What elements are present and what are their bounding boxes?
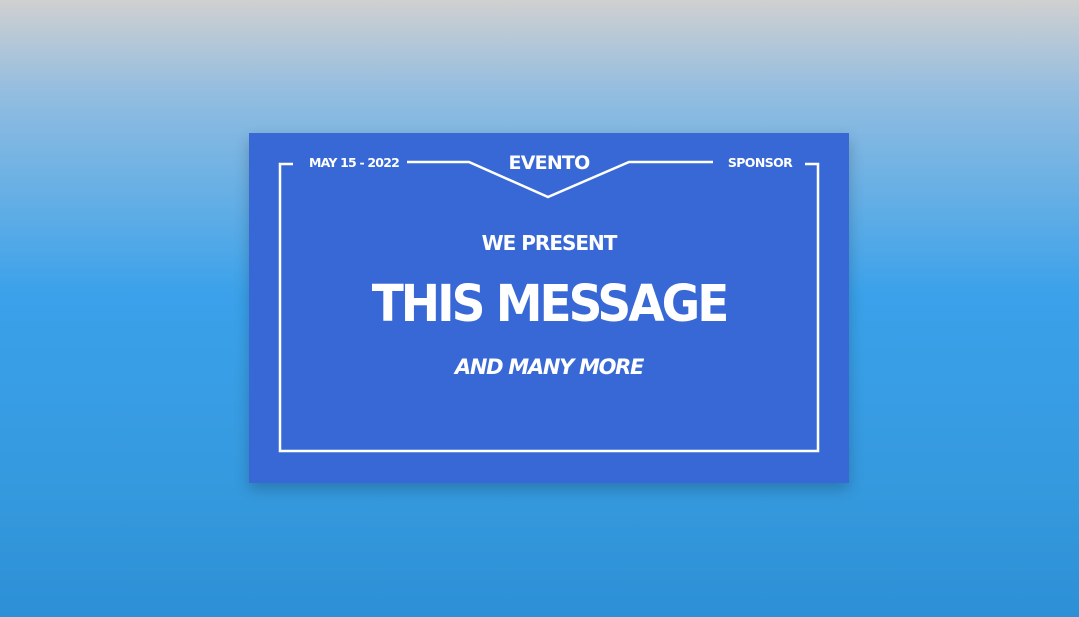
headline: THIS MESSAGE: [371, 274, 730, 335]
event-date: MAY 15 - 2022: [309, 155, 400, 170]
event-name: EVENTO: [508, 152, 591, 174]
intro-text: WE PRESENT: [481, 231, 618, 255]
event-banner-card: MAY 15 - 2022 EVENTO SPONSOR WE PRESENT …: [249, 133, 849, 483]
sponsor-label: SPONSOR: [727, 155, 793, 170]
subtitle: AND MANY MORE: [454, 355, 644, 379]
